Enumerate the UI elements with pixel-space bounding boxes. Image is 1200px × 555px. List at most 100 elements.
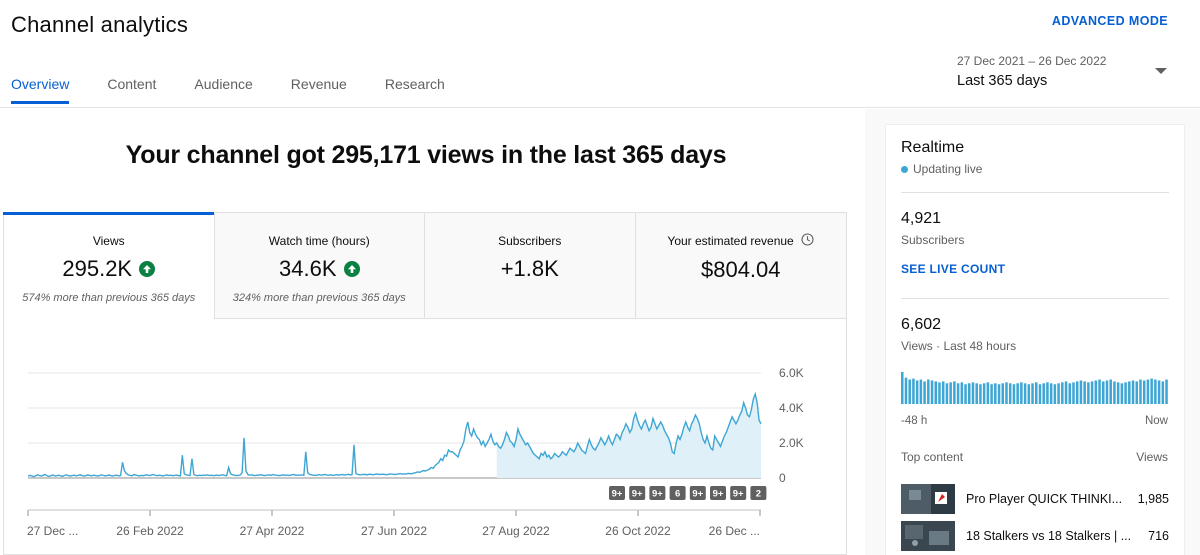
x-axis: 27 Dec ... 26 Feb 2022 27 Apr 2022 27 Jun 2… [27,509,761,538]
realtime-bar [994,383,997,404]
y-tick-label: 4.0K [779,401,804,415]
tab-content[interactable]: Content [107,76,156,103]
metric-comparison: 324% more than previous 365 days [232,292,406,304]
axis-end-label: Now [1144,415,1168,427]
realtime-bar [1064,381,1068,404]
live-status-text: Updating live [913,162,983,176]
realtime-bar [949,382,952,404]
realtime-bar [1150,378,1153,404]
video-views: 716 [1148,529,1169,543]
date-range-dates: 27 Dec 2021 – 26 Dec 2022 [957,54,1107,68]
metric-label: Views [92,234,125,248]
metric-label: Watch time (hours) [268,234,370,248]
annotation-badge[interactable]: 9+ [689,486,706,500]
realtime-bar [1072,382,1075,404]
annotation-badge[interactable]: 9+ [649,486,666,500]
realtime-bar [941,381,945,404]
svg-text:6: 6 [675,489,680,500]
realtime-bar [1102,381,1105,404]
x-tick-label: 27 Jun 2022 [361,524,427,538]
divider [901,298,1169,299]
realtime-bar [1031,383,1034,404]
realtime-bar [1046,382,1049,404]
chart-area [496,394,761,478]
realtime-bar [1083,381,1086,404]
realtime-bar [1020,382,1023,404]
realtime-bar [975,383,978,404]
realtime-bar [1113,381,1116,404]
realtime-bar [1005,382,1008,404]
tab-audience[interactable]: Audience [194,76,252,103]
arrow-up-icon [139,261,156,277]
tab-overview[interactable]: Overview [11,76,70,104]
realtime-title: Realtime [901,139,965,156]
axis-start-label: -48 h [901,415,928,427]
annotation-badge[interactable]: 9+ [629,486,646,500]
realtime-bar [956,383,960,404]
realtime-bar [1001,383,1005,404]
realtime-bar [1139,379,1142,404]
metric-value-text: 34.6K [279,256,337,281]
top-content-label: Top content [901,450,964,464]
x-tick-label: 26 Oct 2022 [605,524,671,538]
realtime-bar [1075,381,1079,404]
svg-text:9+: 9+ [733,489,744,500]
tab-research[interactable]: Research [385,76,445,103]
realtime-bar [971,382,975,404]
x-tick-label: 26 Dec ... [709,524,760,538]
video-thumbnail [901,521,955,551]
realtime-bar [1057,383,1060,404]
subscribers-label: Subscribers [901,233,965,247]
svg-text:9+: 9+ [612,489,623,500]
realtime-bar [986,382,990,404]
tab-bar: Overview Content Audience Revenue Resear… [11,76,483,104]
annotation-badge[interactable]: 2 [750,486,767,500]
advanced-mode-button[interactable]: ADVANCED MODE [1052,14,1168,28]
annotation-badge[interactable]: 9+ [730,486,747,500]
realtime-bar [1146,379,1150,404]
realtime-bar [953,381,956,404]
header: Channel analytics ADVANCED MODE Overview… [0,0,1200,108]
realtime-bar [1142,380,1146,404]
realtime-bar [930,380,934,404]
divider [901,192,1169,193]
realtime-bar [1038,384,1042,404]
tab-revenue[interactable]: Revenue [291,76,347,103]
x-tick-label: 27 Dec ... [27,524,78,538]
realtime-bar [1035,382,1038,404]
realtime-bar [1157,380,1161,404]
see-live-count-link[interactable]: SEE LIVE COUNT [901,262,1005,276]
svg-text:9+: 9+ [632,489,643,500]
realtime-bar [1012,384,1016,404]
metric-tab-watch-time[interactable]: Watch time (hours) 34.6K 324% more than … [214,213,425,319]
annotation-badge[interactable]: 9+ [710,486,726,500]
subscribers-count: 4,921 [901,210,942,227]
svg-text:9+: 9+ [713,489,724,500]
live-status: Updating live [901,162,982,176]
page-title: Channel analytics [11,12,189,37]
realtime-bar [1116,382,1120,404]
video-title: 18 Stalkers vs 18 Stalkers | ... [966,529,1131,543]
metric-tab-revenue[interactable]: Your estimated revenue $804.04 [635,213,846,319]
top-content-item[interactable]: 18 Stalkers vs 18 Stalkers | ... 716 [901,521,1169,553]
realtime-bar [1154,379,1157,404]
x-tick-label: 27 Aug 2022 [482,524,550,538]
realtime-bar [990,384,993,404]
top-content-item[interactable]: Pro Player QUICK THINKI... 1,985 [901,484,1169,516]
realtime-bar [960,382,964,404]
chart-annotations: 9+ 9+ 9+ 6 9+ 9+ 9+ 2 [609,486,767,500]
y-axis: 6.0K 4.0K 2.0K 0 [779,366,804,485]
realtime-bar [1079,380,1083,404]
metric-value: +1.8K [501,256,559,282]
caret-down-icon [1155,68,1167,74]
realtime-bar [1023,383,1027,404]
metric-tab-subscribers[interactable]: Subscribers +1.8K [425,213,636,319]
date-range-picker[interactable]: 27 Dec 2021 – 26 Dec 2022 Last 365 days [957,54,1177,89]
realtime-bar [923,381,926,404]
annotation-badge[interactable]: 6 [669,486,686,500]
metric-value-text: +1.8K [500,256,559,281]
annotation-badge[interactable]: 9+ [609,486,625,500]
metric-tab-views[interactable]: Views 295.2K 574% more than previous 365… [3,212,215,319]
svg-text:9+: 9+ [692,489,703,500]
realtime-bar [979,384,982,404]
